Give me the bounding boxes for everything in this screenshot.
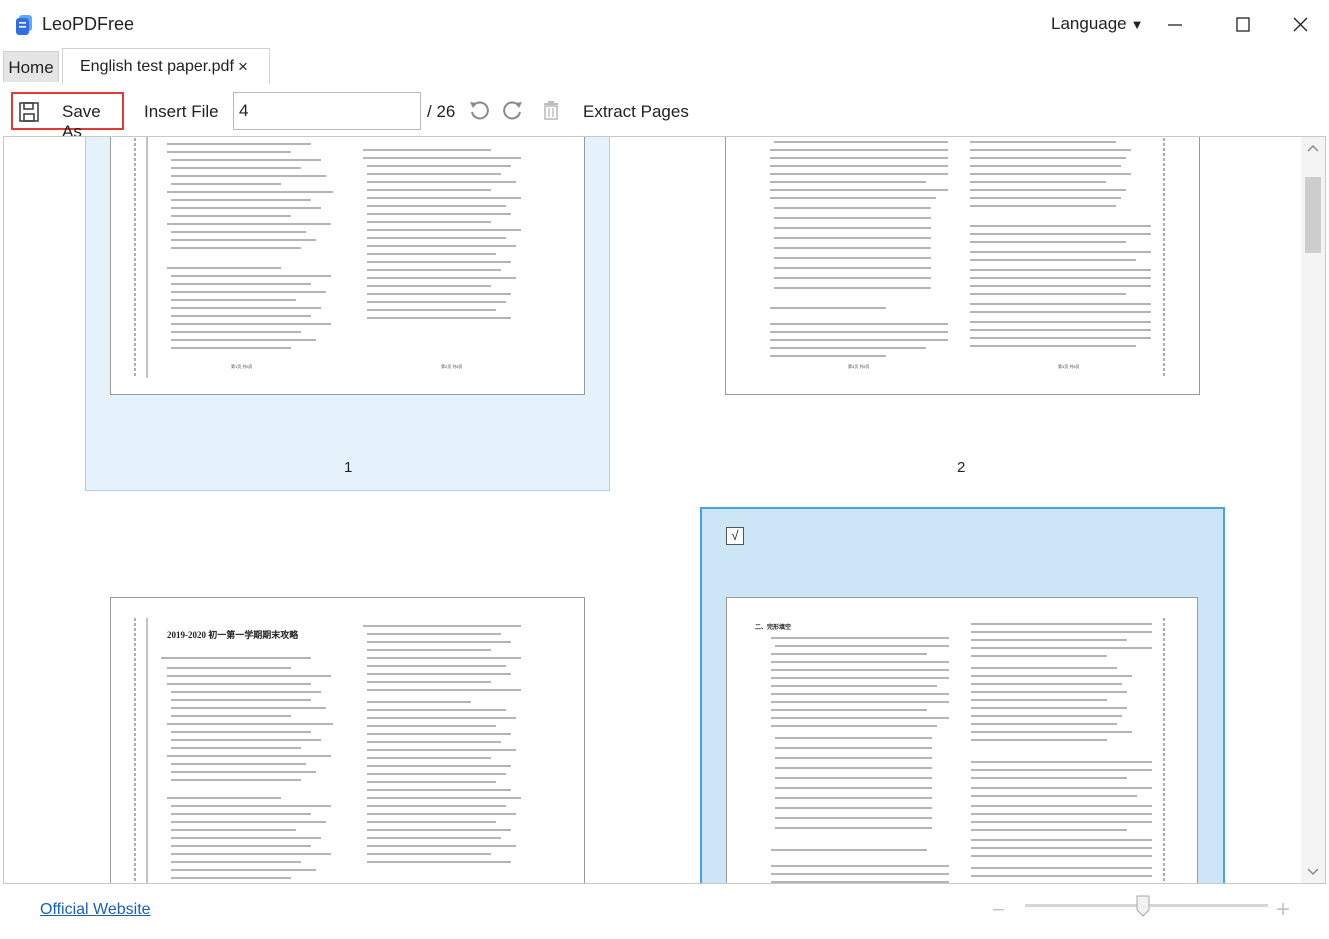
page-footer-right: 第4页 共8页 [1058, 364, 1080, 369]
maximize-icon[interactable] [1220, 8, 1266, 42]
page-footer-left: 第1页 共8页 [231, 364, 253, 369]
page-total: / 26 [427, 102, 456, 121]
trash-icon[interactable] [540, 99, 562, 121]
tab-close-icon[interactable]: × [238, 57, 248, 77]
page-2-content [770, 137, 1165, 378]
extract-pages-button[interactable]: Extract Pages [583, 102, 689, 122]
title-bar: LeoPDFree Language ▼ [0, 0, 1329, 48]
page-number-input[interactable] [233, 92, 421, 130]
tab-english-test-paper[interactable]: English test paper.pdf × [62, 48, 270, 84]
scroll-down-icon[interactable] [1306, 867, 1320, 877]
scrollbar-thumb[interactable] [1305, 177, 1321, 253]
close-icon[interactable] [1277, 8, 1323, 42]
rotate-left-icon[interactable] [468, 99, 490, 121]
language-menu[interactable]: Language ▼ [1051, 14, 1144, 34]
chevron-down-icon: ▼ [1130, 17, 1144, 32]
page-thumbnail-2[interactable]: 第3页 共8页 第4页 共8页 [725, 137, 1200, 395]
app-logo-icon [16, 15, 32, 35]
language-label: Language [1051, 14, 1127, 33]
page-footer-right: 第2页 共8页 [441, 364, 463, 369]
save-as-button[interactable]: Save As [11, 92, 124, 141]
tab-file-label: English test paper.pdf [80, 58, 234, 75]
toolbar: Save As Insert File / 26 Extract Pages [0, 84, 1329, 141]
page-label-1: 1 [344, 459, 353, 476]
page-1-content [134, 137, 521, 378]
status-bar: Official Website − + [0, 884, 1329, 939]
zoom-out-button[interactable]: − [992, 897, 1005, 923]
page-thumbnail-area[interactable]: 第1页 共8页 第2页 共8页 1 第3页 共8页 第4页 共8页 2 2019… [3, 136, 1326, 884]
floppy-disk-icon [19, 102, 39, 122]
page-thumbnail-4[interactable]: 二、完形填空 [726, 597, 1198, 883]
page-thumbnail-1[interactable]: 第1页 共8页 第2页 共8页 [110, 137, 585, 395]
page-footer-left: 第3页 共8页 [848, 364, 870, 369]
minimize-icon[interactable] [1152, 8, 1198, 42]
zoom-in-button[interactable]: + [1276, 896, 1290, 924]
tab-home[interactable]: Home [3, 51, 59, 82]
page-3-content [134, 618, 521, 883]
page-select-checkbox[interactable]: √ [726, 527, 744, 545]
insert-file-button[interactable]: Insert File [144, 102, 219, 122]
page-thumbnail-3[interactable]: 2019-2020 初一第一学期期末攻略 [110, 597, 585, 883]
app-title: LeoPDFree [42, 14, 135, 34]
tab-bar: Home English test paper.pdf × [0, 48, 1329, 84]
page-4-content [771, 618, 1165, 883]
zoom-slider-thumb[interactable] [1136, 895, 1150, 917]
vertical-scrollbar[interactable] [1301, 137, 1325, 883]
rotate-right-icon[interactable] [502, 99, 524, 121]
official-website-link[interactable]: Official Website [40, 901, 151, 919]
page-label-2: 2 [957, 459, 966, 476]
scroll-up-icon[interactable] [1306, 143, 1320, 153]
